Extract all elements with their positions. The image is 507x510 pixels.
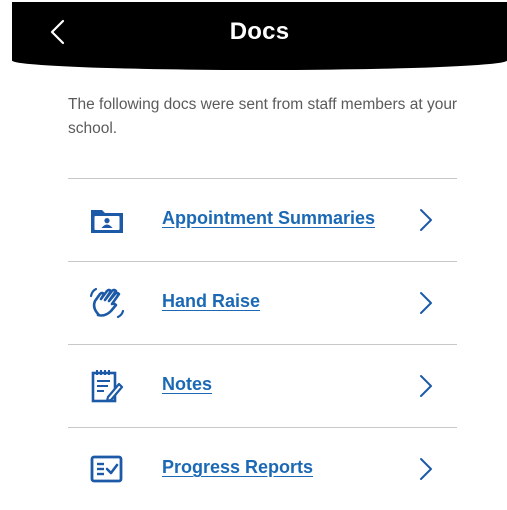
page-title: Docs <box>229 18 290 45</box>
notepad-pencil-icon <box>91 370 124 403</box>
app-header: Docs <box>12 2 507 70</box>
chevron-right-icon[interactable] <box>418 455 434 483</box>
doc-label[interactable]: Appointment Summaries <box>162 208 375 229</box>
doc-row-progress-reports[interactable]: Progress Reports <box>68 427 457 510</box>
chevron-right-icon[interactable] <box>418 372 434 400</box>
folder-person-icon <box>91 210 123 233</box>
doc-label[interactable]: Notes <box>162 374 212 395</box>
chevron-right-icon[interactable] <box>418 289 434 317</box>
doc-row-hand-raise[interactable]: Hand Raise <box>68 261 457 344</box>
hand-wave-icon <box>89 287 125 319</box>
doc-row-appointment-summaries[interactable]: Appointment Summaries <box>68 178 457 261</box>
chevron-right-icon[interactable] <box>418 206 434 234</box>
docs-list: Appointment Summaries Hand Raise Notes P… <box>68 178 457 510</box>
doc-label[interactable]: Progress Reports <box>162 457 313 478</box>
doc-row-notes[interactable]: Notes <box>68 344 457 427</box>
doc-label[interactable]: Hand Raise <box>162 291 260 312</box>
checklist-icon <box>90 455 123 483</box>
intro-text: The following docs were sent from staff … <box>68 96 458 137</box>
